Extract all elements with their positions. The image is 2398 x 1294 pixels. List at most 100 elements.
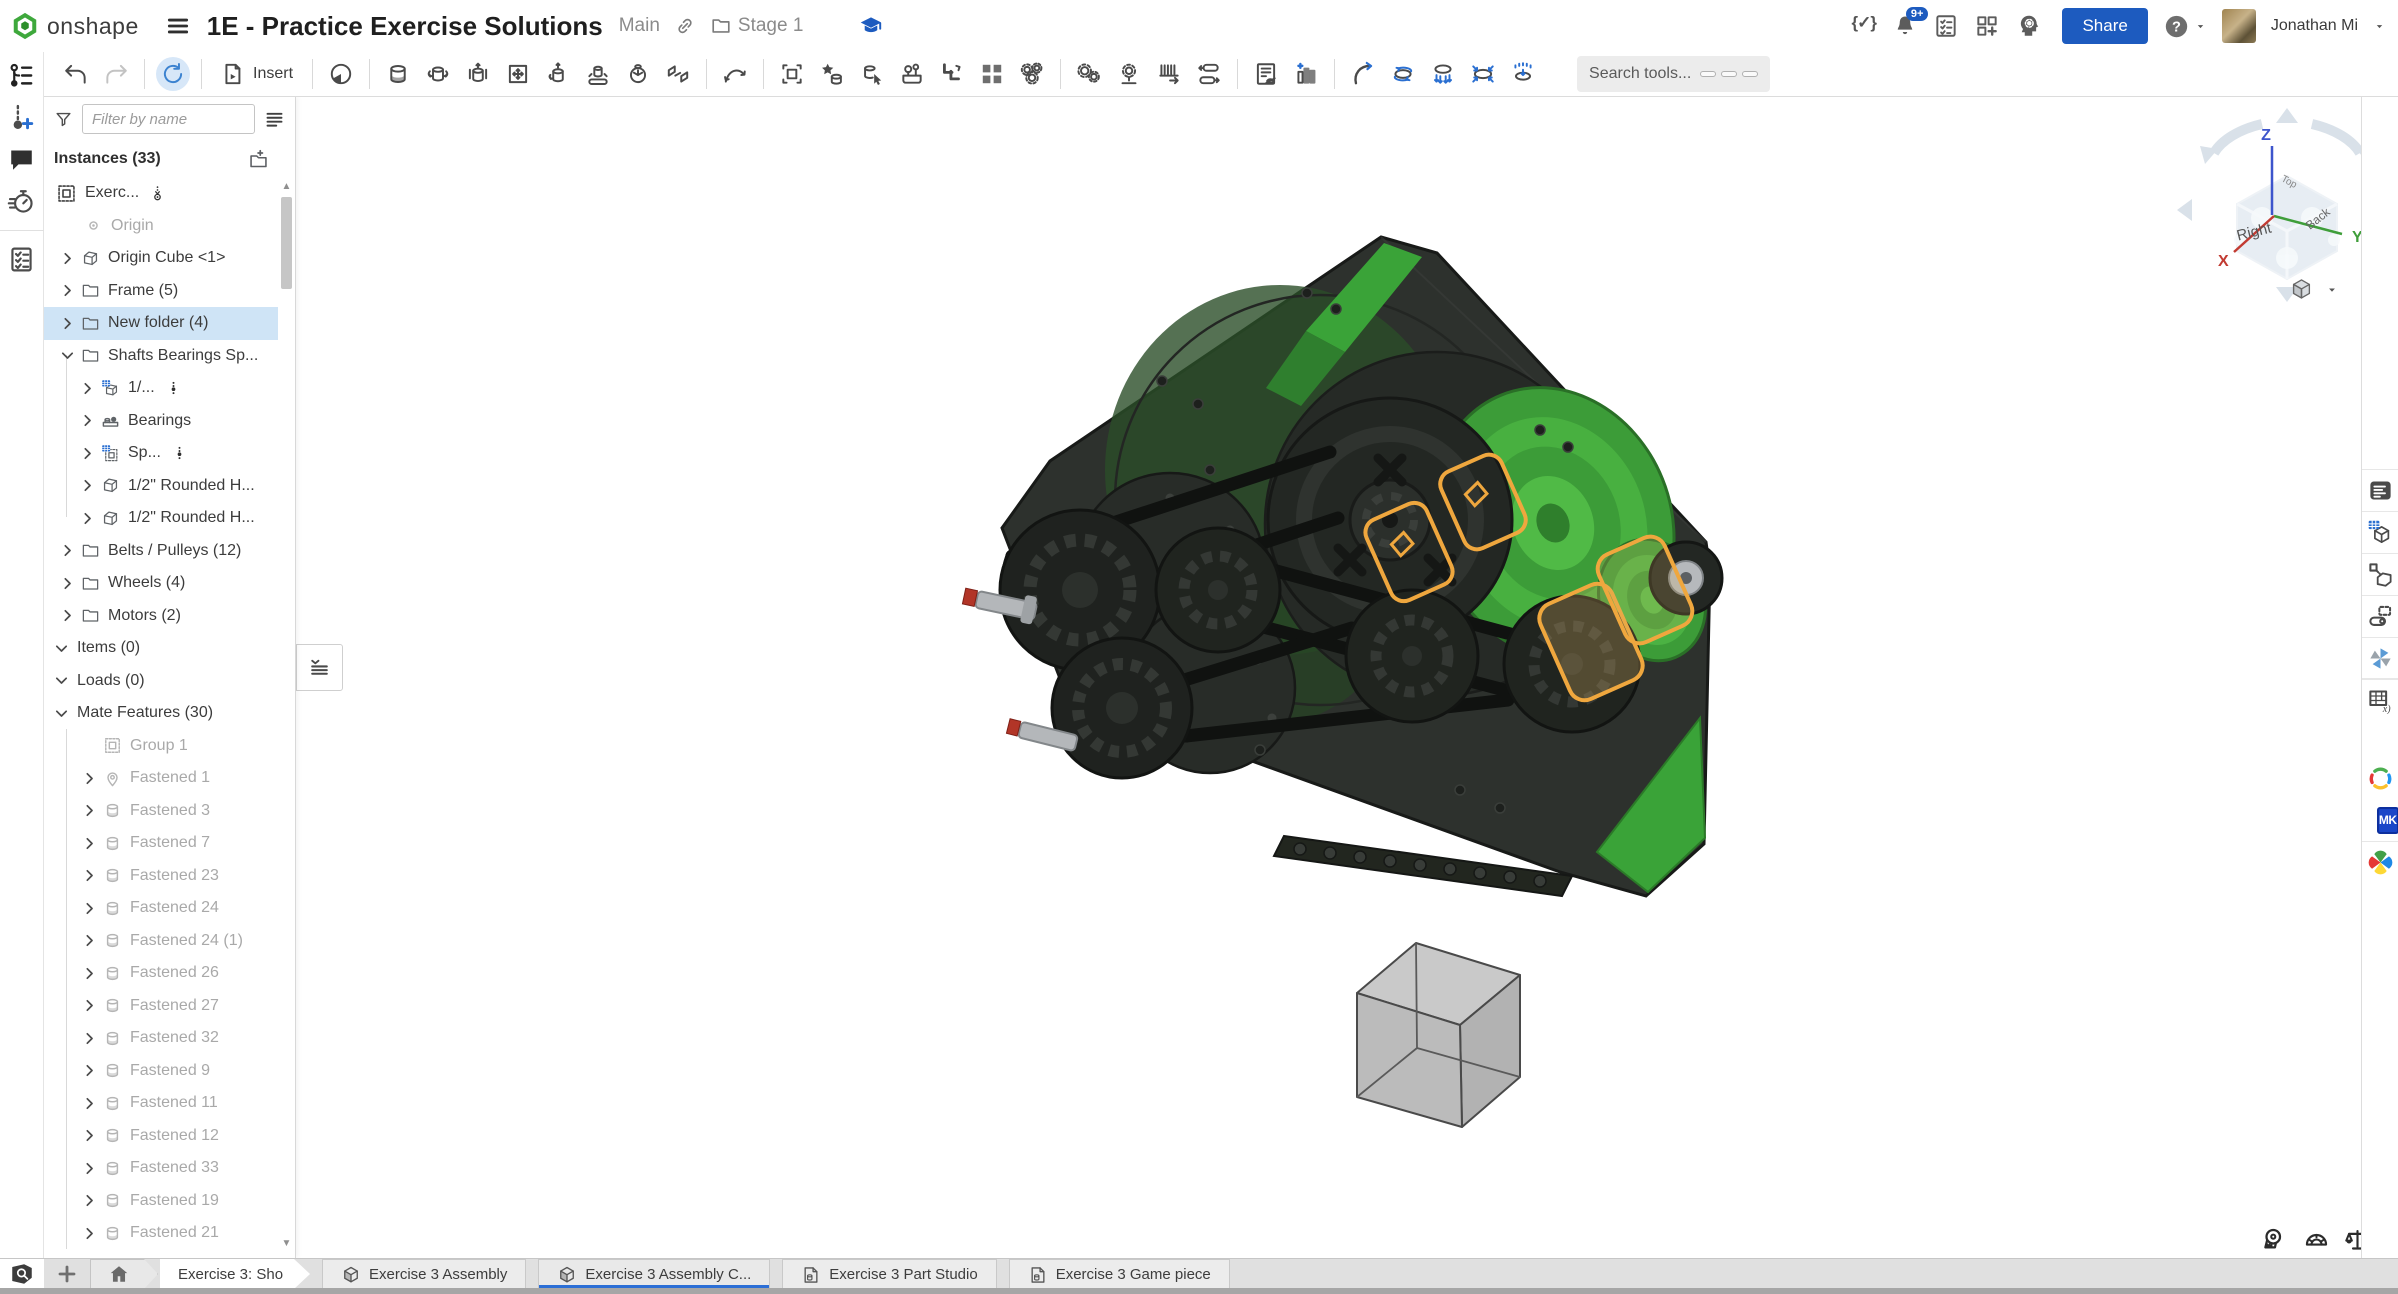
left-rail-button[interactable] xyxy=(7,61,36,90)
expander-icon[interactable] xyxy=(60,576,75,591)
toolbar-button[interactable] xyxy=(855,57,889,91)
user-menu-caret-icon[interactable] xyxy=(2373,20,2386,33)
tree-row[interactable]: Fastened 1 xyxy=(44,762,278,795)
expander-icon[interactable] xyxy=(82,901,97,916)
expander-icon[interactable] xyxy=(82,1226,97,1241)
document-tab[interactable]: Exercise 3 Assembly xyxy=(322,1259,526,1289)
expander-icon[interactable] xyxy=(60,608,75,623)
tree-item-label[interactable]: Group 1 xyxy=(130,737,188,755)
tree-item-extra-icon[interactable] xyxy=(171,445,188,462)
right-rail-button[interactable] xyxy=(2362,595,2398,637)
toolbar-button[interactable] xyxy=(1289,57,1323,91)
tree-item-label[interactable]: Sp... xyxy=(128,444,161,462)
link-icon[interactable] xyxy=(674,15,696,37)
tree-item-label[interactable]: 1/2" Rounded H... xyxy=(128,509,255,527)
expander-icon[interactable] xyxy=(80,446,95,461)
tree-row[interactable]: Motors (2) xyxy=(44,600,278,633)
tree-item-label[interactable]: Exerc... xyxy=(85,184,139,202)
toolbar-button[interactable]: Insert xyxy=(213,57,301,91)
tree-item-label[interactable]: Origin Cube <1> xyxy=(108,249,225,267)
toolbar-button[interactable] xyxy=(1112,57,1146,91)
toolbar-button[interactable] xyxy=(1426,57,1460,91)
document-tab[interactable]: Exercise 3 Part Studio xyxy=(782,1259,996,1289)
right-rail-button[interactable] xyxy=(2362,757,2398,799)
tree-item-extra-icon[interactable] xyxy=(149,185,166,202)
left-rail-button[interactable] xyxy=(7,145,36,174)
tree-item-label[interactable]: Belts / Pulleys (12) xyxy=(108,542,241,560)
tree-item-label[interactable]: Fastened 24 xyxy=(130,899,219,917)
panel-collapse-toggle[interactable] xyxy=(296,644,343,691)
tree-row[interactable]: Exerc... xyxy=(44,177,278,210)
left-rail-button[interactable] xyxy=(0,230,44,231)
scroll-up-arrow[interactable]: ▲ xyxy=(280,181,293,193)
tree-row[interactable]: Origin xyxy=(44,210,278,243)
apps-icon[interactable] xyxy=(1974,13,2000,39)
toolbar-button[interactable] xyxy=(312,59,313,89)
toolbar-button[interactable] xyxy=(815,57,849,91)
share-button[interactable]: Share xyxy=(2062,8,2147,44)
toolbar-button[interactable] xyxy=(59,57,93,91)
toolbar-button[interactable] xyxy=(1192,57,1226,91)
expander-icon[interactable] xyxy=(80,478,95,493)
tree-item-label[interactable]: Fastened 23 xyxy=(130,867,219,885)
toolbar-button[interactable] xyxy=(541,57,575,91)
expander-icon[interactable] xyxy=(60,316,75,331)
tree-row[interactable]: New folder (4) xyxy=(44,307,278,340)
toolbar-button[interactable] xyxy=(1152,57,1186,91)
add-folder-icon[interactable] xyxy=(248,149,269,170)
toolbar-button[interactable] xyxy=(156,57,190,91)
right-rail-button[interactable] xyxy=(2362,637,2398,679)
expander-icon[interactable] xyxy=(82,966,97,981)
workspace-name[interactable]: Main xyxy=(619,15,660,37)
tree-item-label[interactable]: Frame (5) xyxy=(108,282,178,300)
expander-icon[interactable] xyxy=(82,771,97,786)
expander-icon[interactable] xyxy=(82,1128,97,1143)
search-tools[interactable]: Search tools... xyxy=(1577,56,1770,92)
expander-icon[interactable] xyxy=(82,1096,97,1111)
document-tab[interactable]: Exercise 3 Assembly C... xyxy=(538,1259,770,1289)
toolbar-button[interactable] xyxy=(975,57,1009,91)
toolbar-button[interactable] xyxy=(1249,57,1283,91)
tree-item-label[interactable]: Shafts Bearings Sp... xyxy=(108,347,258,365)
toolbar-button[interactable] xyxy=(381,57,415,91)
tree-item-label[interactable]: Fastened 3 xyxy=(130,802,210,820)
tree-item-label[interactable]: Fastened 12 xyxy=(130,1127,219,1145)
toolbar-button[interactable] xyxy=(763,59,764,89)
document-tab[interactable]: Exercise 3 Game piece xyxy=(1009,1259,1230,1289)
learning-center-icon[interactable] xyxy=(858,13,884,39)
tree-item-label[interactable]: Loads (0) xyxy=(77,672,145,690)
toolbar-button[interactable] xyxy=(661,57,695,91)
tree-item-label[interactable]: Items (0) xyxy=(77,639,140,657)
tree-item-label[interactable]: Fastened 7 xyxy=(130,834,210,852)
tree-row[interactable]: 1/2" Rounded H... xyxy=(44,470,278,503)
tree-item-label[interactable]: Fastened 19 xyxy=(130,1192,219,1210)
home-tab[interactable] xyxy=(90,1259,158,1289)
tree-row[interactable]: Fastened 21 xyxy=(44,1217,278,1250)
expander-icon[interactable] xyxy=(82,836,97,851)
tree-item-label[interactable]: Fastened 1 xyxy=(130,769,210,787)
right-rail-button[interactable] xyxy=(2362,841,2398,883)
tree-item-label[interactable]: Fastened 21 xyxy=(130,1224,219,1242)
version-name[interactable]: Stage 1 xyxy=(738,15,804,37)
expander-icon[interactable] xyxy=(82,803,97,818)
expander-icon[interactable] xyxy=(82,1193,97,1208)
toolbar-button[interactable] xyxy=(1237,59,1238,89)
tree-item-label[interactable]: Origin xyxy=(111,217,154,235)
expander-icon[interactable] xyxy=(80,413,95,428)
tree-item-label[interactable]: Bearings xyxy=(128,412,191,430)
expander-icon[interactable] xyxy=(60,251,75,266)
document-tab[interactable]: Exercise 3: Sho xyxy=(160,1259,310,1289)
tree-item-label[interactable]: Fastened 24 (1) xyxy=(130,932,243,950)
tree-row[interactable]: Fastened 27 xyxy=(44,990,278,1023)
toolbar-button[interactable] xyxy=(461,57,495,91)
view-cube-menu[interactable] xyxy=(2288,276,2339,303)
toolbar-button[interactable] xyxy=(1386,57,1420,91)
ai-advisor-icon[interactable] xyxy=(2015,13,2041,39)
user-name[interactable]: Jonathan Mi xyxy=(2271,17,2358,35)
tree-row[interactable]: Fastened 19 xyxy=(44,1185,278,1218)
tab-manager-button[interactable] xyxy=(0,1259,44,1289)
tree-row[interactable]: Belts / Pulleys (12) xyxy=(44,535,278,568)
filter-icon[interactable] xyxy=(54,110,73,129)
tree-row[interactable]: Fastened 3 xyxy=(44,795,278,828)
protractor-icon[interactable] xyxy=(2303,1226,2330,1253)
